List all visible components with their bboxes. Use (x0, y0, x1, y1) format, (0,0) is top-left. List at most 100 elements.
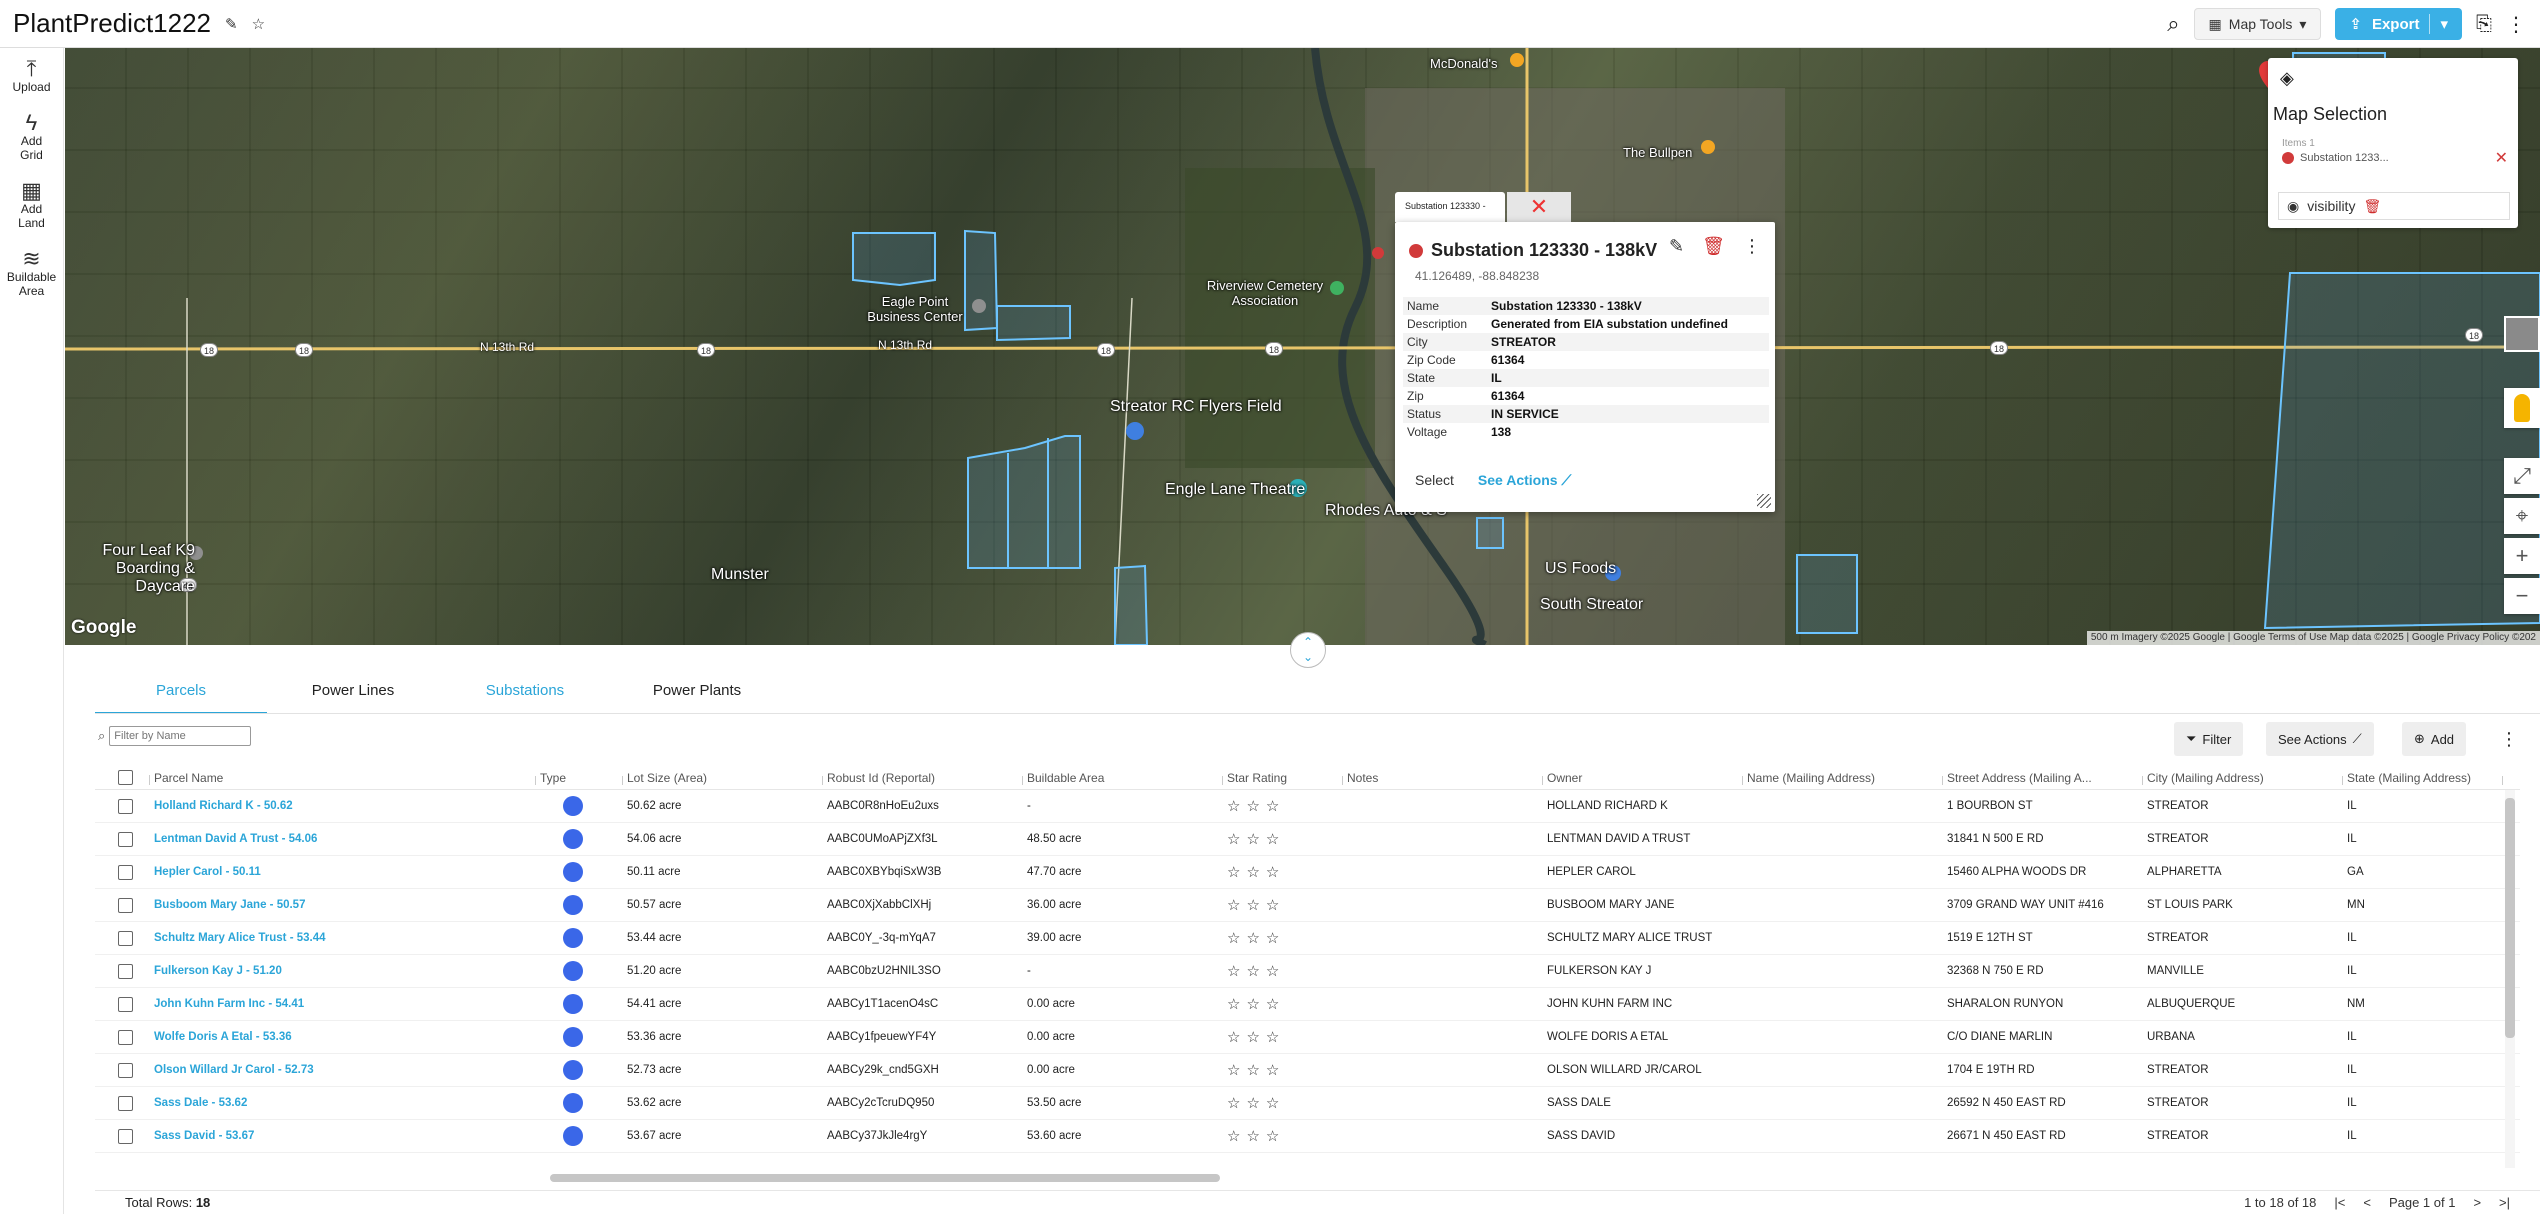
prev-page-icon[interactable]: < (2363, 1195, 2371, 1210)
row-checkbox[interactable] (118, 897, 133, 913)
tab-substations[interactable]: Substations (439, 672, 611, 714)
scroll-thumb[interactable] (550, 1174, 1220, 1182)
parcel-name-link[interactable]: John Kuhn Farm Inc - 54.41 (150, 998, 536, 1010)
map-canvas[interactable]: 18 18 18 18 18 18 18 44 McDonald's The B… (65, 48, 2540, 645)
fullscreen-icon[interactable]: ⤢ (2504, 458, 2540, 494)
add-grid-button[interactable]: ϟ Add Grid (0, 112, 63, 163)
star-icon[interactable]: ☆ (252, 15, 265, 33)
column-header[interactable]: Notes (1343, 771, 1543, 785)
table-row[interactable]: Sass Dale - 53.62 53.62 acre AABCy2cTcruDQ… (95, 1087, 2520, 1120)
star-rating[interactable]: ☆☆☆ (1223, 1127, 1343, 1145)
parcel-name-link[interactable]: Sass David - 53.67 (150, 1130, 536, 1142)
parcel-name-link[interactable]: Busboom Mary Jane - 50.57 (150, 899, 536, 911)
row-checkbox[interactable] (118, 930, 133, 946)
column-header[interactable]: State (Mailing Address) (2343, 771, 2503, 785)
attachment-icon[interactable]: ⎘ (2476, 13, 2492, 36)
row-checkbox[interactable] (118, 864, 133, 880)
upload-button[interactable]: ⤒ Upload (0, 58, 63, 95)
edit-icon[interactable]: ✎ (1669, 236, 1684, 257)
filter-by-name-input[interactable] (109, 726, 252, 746)
parcel-name-link[interactable]: Lentman David A Trust - 54.06 (150, 833, 536, 845)
row-checkbox[interactable] (118, 831, 133, 847)
table-row[interactable]: Busboom Mary Jane - 50.57 50.57 acre AABC0… (95, 889, 2520, 922)
zoom-out-button[interactable]: − (2504, 578, 2540, 614)
substation-marker[interactable] (1372, 247, 1384, 259)
buildable-area-button[interactable]: ≋ Buildable Area (0, 248, 63, 299)
poi-marker[interactable] (972, 299, 986, 313)
column-header[interactable]: Star Rating (1223, 771, 1343, 785)
row-checkbox[interactable] (118, 1095, 133, 1111)
row-checkbox[interactable] (118, 1062, 133, 1078)
street-view-pegman[interactable] (2504, 388, 2540, 428)
column-header[interactable]: Robust Id (Reportal) (823, 771, 1023, 785)
search-icon[interactable]: ⌕ (2167, 11, 2179, 37)
close-icon[interactable]: ✕ (1507, 192, 1571, 222)
column-header[interactable]: Street Address (Mailing A... (1943, 771, 2143, 785)
star-rating[interactable]: ☆☆☆ (1223, 1028, 1343, 1046)
star-rating[interactable]: ☆☆☆ (1223, 962, 1343, 980)
visibility-row[interactable]: ◉ visibility 🗑 (2278, 192, 2510, 220)
star-rating[interactable]: ☆☆☆ (1223, 797, 1343, 815)
remove-selection-icon[interactable]: ✕ (2495, 148, 2508, 168)
column-header[interactable]: Type (536, 771, 623, 785)
poi-marker[interactable] (1330, 281, 1344, 295)
row-checkbox[interactable] (118, 963, 133, 979)
chevron-down-icon[interactable]: ▾ (2440, 15, 2448, 33)
export-button[interactable]: ⇪ Export ▾ (2335, 8, 2462, 40)
locate-icon[interactable]: ⌖ (2504, 498, 2540, 534)
see-actions-button[interactable]: See Actions ⟋ (1478, 472, 1571, 489)
more-options-icon[interactable]: ⋮ (1743, 236, 1761, 257)
column-header[interactable]: Buildable Area (1023, 771, 1223, 785)
map-type-toggle[interactable] (2504, 316, 2540, 352)
star-rating[interactable]: ☆☆☆ (1223, 929, 1343, 947)
horizontal-scrollbar[interactable] (95, 1172, 2520, 1184)
tab-power-plants[interactable]: Power Plants (611, 672, 783, 714)
table-row[interactable]: Hepler Carol - 50.11 50.11 acre AABC0XBYbq… (95, 856, 2520, 889)
tab-power-lines[interactable]: Power Lines (267, 672, 439, 714)
row-checkbox[interactable] (118, 798, 133, 814)
table-row[interactable]: Lentman David A Trust - 54.06 54.06 acre A… (95, 823, 2520, 856)
row-checkbox[interactable] (118, 1128, 133, 1144)
star-rating[interactable]: ☆☆☆ (1223, 830, 1343, 848)
column-header[interactable]: Owner (1543, 771, 1743, 785)
zoom-in-button[interactable]: + (2504, 538, 2540, 574)
table-row[interactable]: Schultz Mary Alice Trust - 53.44 53.44 ac… (95, 922, 2520, 955)
first-page-icon[interactable]: |< (2334, 1195, 2345, 1210)
table-row[interactable]: Fulkerson Kay J - 51.20 51.20 acre AABC0bz… (95, 955, 2520, 988)
last-page-icon[interactable]: >| (2499, 1195, 2510, 1210)
vertical-scrollbar[interactable] (2505, 790, 2515, 1168)
add-land-button[interactable]: ▦ Add Land (0, 180, 63, 231)
table-row[interactable]: Olson Willard Jr Carol - 52.73 52.73 acre… (95, 1054, 2520, 1087)
poi-marker[interactable] (1701, 140, 1715, 154)
parcel-name-link[interactable]: Schultz Mary Alice Trust - 53.44 (150, 932, 536, 944)
selection-item[interactable]: Substation 1233... ✕ (2282, 150, 2508, 167)
tab-parcels[interactable]: Parcels (95, 672, 267, 714)
table-row[interactable]: Sass David - 53.67 53.67 acre AABCy37JkJle… (95, 1120, 2520, 1153)
parcel-name-link[interactable]: Holland Richard K - 50.62 (150, 800, 536, 812)
column-header[interactable]: Parcel Name (150, 771, 536, 785)
next-page-icon[interactable]: > (2473, 1195, 2481, 1210)
table-row[interactable]: John Kuhn Farm Inc - 54.41 54.41 acre AABC… (95, 988, 2520, 1021)
map-tools-button[interactable]: ▦ Map Tools ▾ (2193, 8, 2322, 40)
more-options-icon[interactable]: ⋮ (2492, 722, 2526, 756)
parcel-name-link[interactable]: Fulkerson Kay J - 51.20 (150, 965, 536, 977)
see-actions-button[interactable]: See Actions ⟋ (2266, 722, 2374, 756)
resize-handle[interactable] (1757, 494, 1771, 508)
table-row[interactable]: Holland Richard K - 50.62 50.62 acre AABC0… (95, 790, 2520, 823)
collapse-map-button[interactable]: ⌃ ⌄ (1290, 632, 1326, 668)
star-rating[interactable]: ☆☆☆ (1223, 1094, 1343, 1112)
select-button[interactable]: Select (1415, 472, 1454, 489)
star-rating[interactable]: ☆☆☆ (1223, 896, 1343, 914)
row-checkbox[interactable] (118, 996, 133, 1012)
parcel-name-link[interactable]: Sass Dale - 53.62 (150, 1097, 536, 1109)
popup-tab[interactable]: Substation 123330 - (1395, 192, 1505, 222)
star-rating[interactable]: ☆☆☆ (1223, 995, 1343, 1013)
column-header[interactable]: City (Mailing Address) (2143, 771, 2343, 785)
parcel-name-link[interactable]: Olson Willard Jr Carol - 52.73 (150, 1064, 536, 1076)
scroll-thumb[interactable] (2505, 798, 2515, 1038)
star-rating[interactable]: ☆☆☆ (1223, 863, 1343, 881)
more-options-icon[interactable]: ⋮ (2506, 12, 2526, 37)
edit-title-icon[interactable]: ✎ (225, 15, 238, 33)
trash-icon[interactable]: 🗑 (2363, 198, 2381, 215)
layers-icon[interactable]: ◈ (2280, 68, 2294, 89)
